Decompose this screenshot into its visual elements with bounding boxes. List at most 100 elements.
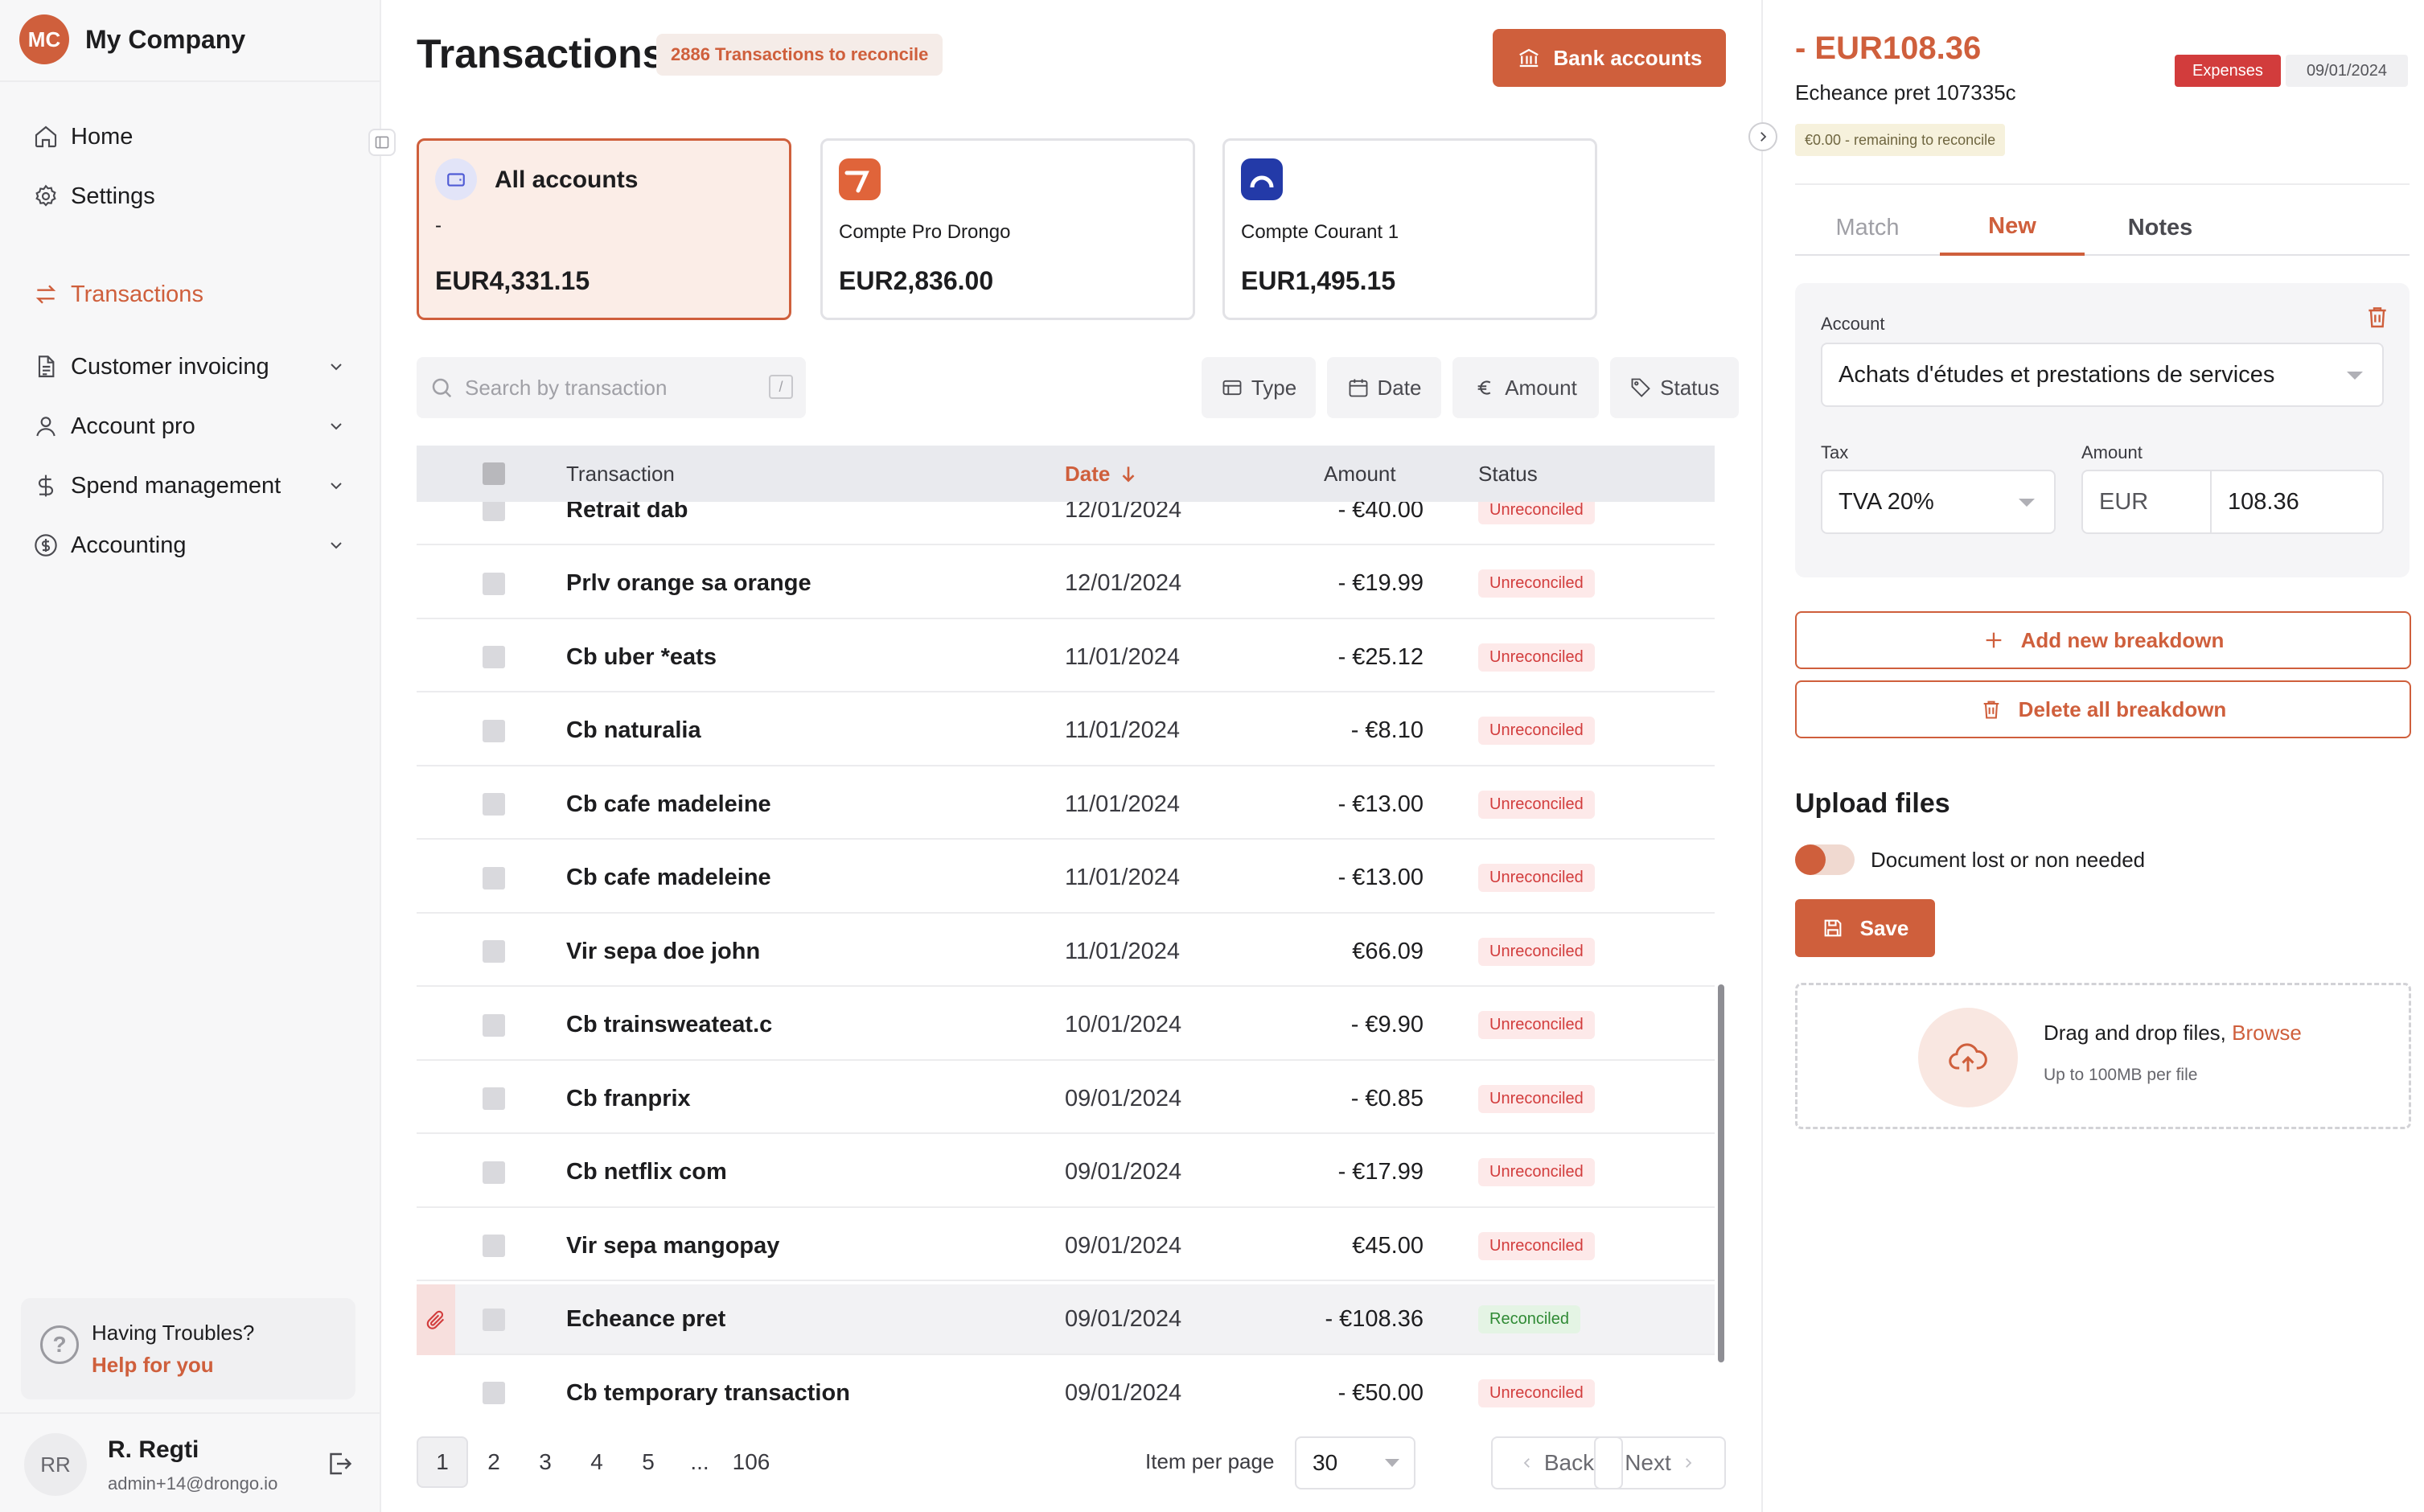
- tab-notes[interactable]: Notes: [2088, 199, 2233, 256]
- row-checkbox[interactable]: [483, 793, 505, 816]
- breakdown-card: Account Achats d'études et prestations d…: [1795, 283, 2410, 577]
- row-checkbox[interactable]: [483, 1087, 505, 1110]
- save-button[interactable]: Save: [1795, 899, 1935, 957]
- sidebar-item-customer-invoicing[interactable]: Customer invoicing: [32, 343, 354, 391]
- status-badge: Unreconciled: [1478, 864, 1595, 892]
- sidebar-item-transactions[interactable]: Transactions: [32, 270, 354, 318]
- transfer-icon: [32, 281, 60, 308]
- row-checkbox[interactable]: [483, 1161, 505, 1184]
- account-card-all[interactable]: All accounts - EUR4,331.15: [417, 138, 791, 320]
- table-row[interactable]: Cb franprix 09/01/2024 - €0.85 Unreconciled: [417, 1063, 1715, 1134]
- row-checkbox[interactable]: [483, 940, 505, 963]
- filter-label: Date: [1377, 375, 1422, 400]
- status-cell: Unreconciled: [1478, 622, 1595, 692]
- filter-amount-button[interactable]: Amount: [1452, 357, 1599, 418]
- items-per-page-select[interactable]: 30: [1295, 1436, 1415, 1489]
- tab-new[interactable]: New: [1940, 199, 2085, 256]
- page-button[interactable]: 1: [417, 1436, 468, 1488]
- panel-collapse-button[interactable]: [1748, 122, 1777, 151]
- bank-accounts-button[interactable]: Bank accounts: [1493, 29, 1726, 87]
- trash-icon[interactable]: [2364, 304, 2390, 330]
- table-scrollbar[interactable]: [1718, 984, 1724, 1362]
- page-button[interactable]: 4: [571, 1436, 622, 1488]
- tab-match[interactable]: Match: [1795, 199, 1940, 256]
- account-select[interactable]: Achats d'études et prestations de servic…: [1821, 343, 2384, 407]
- status-cell: Unreconciled: [1478, 1063, 1595, 1134]
- table-row[interactable]: Echeance pret 09/01/2024 - €108.36 Reconcil…: [417, 1284, 1715, 1355]
- panel-tabs: Match New Notes: [1795, 199, 2410, 256]
- tax-label: Tax: [1821, 442, 1849, 462]
- status-cell: Unreconciled: [1478, 502, 1595, 545]
- page-button[interactable]: 106: [725, 1436, 777, 1488]
- tax-select[interactable]: TVA 20%: [1821, 470, 2056, 534]
- user-email: admin+14@drongo.io: [108, 1473, 278, 1494]
- column-header-date[interactable]: Date: [1065, 446, 1139, 502]
- page-button[interactable]: 5: [622, 1436, 674, 1488]
- table-row[interactable]: Vir sepa doe john 11/01/2024 €66.09 Unrecon…: [417, 916, 1715, 987]
- dropzone-limit: Up to 100MB per file: [2044, 1066, 2198, 1084]
- back-label: Back: [1543, 1450, 1595, 1475]
- next-button[interactable]: Next: [1594, 1436, 1726, 1489]
- document-lost-toggle[interactable]: [1795, 844, 1855, 875]
- column-header-amount[interactable]: Amount: [1324, 446, 1396, 502]
- filter-date-button[interactable]: Date: [1327, 357, 1441, 418]
- select-all-checkbox[interactable]: [483, 462, 505, 485]
- document-lost-label: Document lost or non needed: [1871, 848, 2146, 872]
- row-checkbox[interactable]: [483, 719, 505, 742]
- table-row[interactable]: Cb temporary transaction 09/01/2024 - €50.…: [417, 1358, 1715, 1409]
- filter-type-button[interactable]: Type: [1202, 357, 1316, 418]
- filter-status-button[interactable]: Status: [1610, 357, 1739, 418]
- transaction-name: Cb franprix: [566, 1085, 691, 1111]
- sidebar-item-accounting[interactable]: Accounting: [32, 521, 354, 569]
- page-button[interactable]: 3: [520, 1436, 571, 1488]
- status-badge: Unreconciled: [1478, 643, 1595, 672]
- table-row[interactable]: Vir sepa mangopay 09/01/2024 €45.00 Unrecon…: [417, 1210, 1715, 1281]
- add-breakdown-button[interactable]: Add new breakdown: [1795, 611, 2411, 669]
- table-row[interactable]: Prlv orange sa orange 12/01/2024 - €19.99 U…: [417, 549, 1715, 619]
- status-cell: Reconciled: [1478, 1284, 1580, 1355]
- wallet-icon: [435, 158, 477, 200]
- account-card-drongo[interactable]: Compte Pro Drongo EUR2,836.00: [820, 138, 1195, 320]
- status-badge: Unreconciled: [1478, 937, 1595, 966]
- sidebar-item-account-pro[interactable]: Account pro: [32, 402, 354, 450]
- page-button[interactable]: 2: [468, 1436, 520, 1488]
- row-checkbox[interactable]: [483, 866, 505, 890]
- paperclip-icon: [426, 1310, 445, 1329]
- sidebar-item-label: Transactions: [71, 281, 203, 307]
- transaction-name: Cb trainsweateat.c: [566, 1012, 773, 1037]
- sidebar-item-spend-management[interactable]: Spend management: [32, 462, 354, 510]
- account-balance: EUR1,495.15: [1241, 266, 1396, 295]
- browse-link[interactable]: Browse: [2232, 1021, 2302, 1045]
- table-row[interactable]: Cb cafe madeleine 11/01/2024 - €13.00 Unrec…: [417, 769, 1715, 840]
- sidebar-item-settings[interactable]: Settings: [32, 172, 354, 220]
- tax-value: TVA 20%: [1839, 488, 1934, 515]
- row-checkbox[interactable]: [483, 646, 505, 668]
- row-checkbox[interactable]: [483, 1382, 505, 1404]
- table-row[interactable]: Cb trainsweateat.c 10/01/2024 - €9.90 Unrec…: [417, 990, 1715, 1061]
- transaction-amount: €66.09: [1352, 938, 1424, 964]
- file-dropzone[interactable]: Drag and drop files, Browse Up to 100MB …: [1795, 983, 2411, 1129]
- table-row[interactable]: Retrait dab 12/01/2024 - €40.00 Unreconcile…: [417, 502, 1715, 545]
- table-row[interactable]: Cb cafe madeleine 11/01/2024 - €13.00 Unrec…: [417, 843, 1715, 914]
- help-link[interactable]: Help for you: [92, 1353, 214, 1378]
- row-checkbox[interactable]: [483, 1235, 505, 1257]
- row-checkbox[interactable]: [483, 572, 505, 595]
- delete-breakdown-button[interactable]: Delete all breakdown: [1795, 680, 2411, 738]
- table-row[interactable]: Cb netflix com 09/01/2024 - €17.99 Unreconc…: [417, 1137, 1715, 1208]
- table-row[interactable]: Cb naturalia 11/01/2024 - €8.10 Unreconcile…: [417, 696, 1715, 766]
- row-checkbox[interactable]: [483, 1013, 505, 1037]
- search-input[interactable]: [465, 375, 754, 401]
- transaction-name: Vir sepa mangopay: [566, 1232, 780, 1259]
- column-header-status[interactable]: Status: [1478, 446, 1538, 502]
- table-row[interactable]: Cb uber *eats 11/01/2024 - €25.12 Unreconci…: [417, 622, 1715, 692]
- logout-icon[interactable]: [325, 1449, 354, 1478]
- transactions-table: Transaction Date Amount Status Retrait d…: [417, 446, 1728, 1411]
- row-checkbox[interactable]: [483, 502, 505, 521]
- collapse-sidebar-button[interactable]: [368, 129, 396, 156]
- row-checkbox[interactable]: [483, 1308, 505, 1331]
- column-header-transaction[interactable]: Transaction: [566, 446, 675, 502]
- company-switcher[interactable]: MC My Company: [19, 11, 245, 68]
- account-card-courant[interactable]: Compte Courant 1 EUR1,495.15: [1222, 138, 1597, 320]
- sidebar-item-home[interactable]: Home: [32, 113, 354, 161]
- amount-input[interactable]: 108.36: [2210, 470, 2384, 534]
